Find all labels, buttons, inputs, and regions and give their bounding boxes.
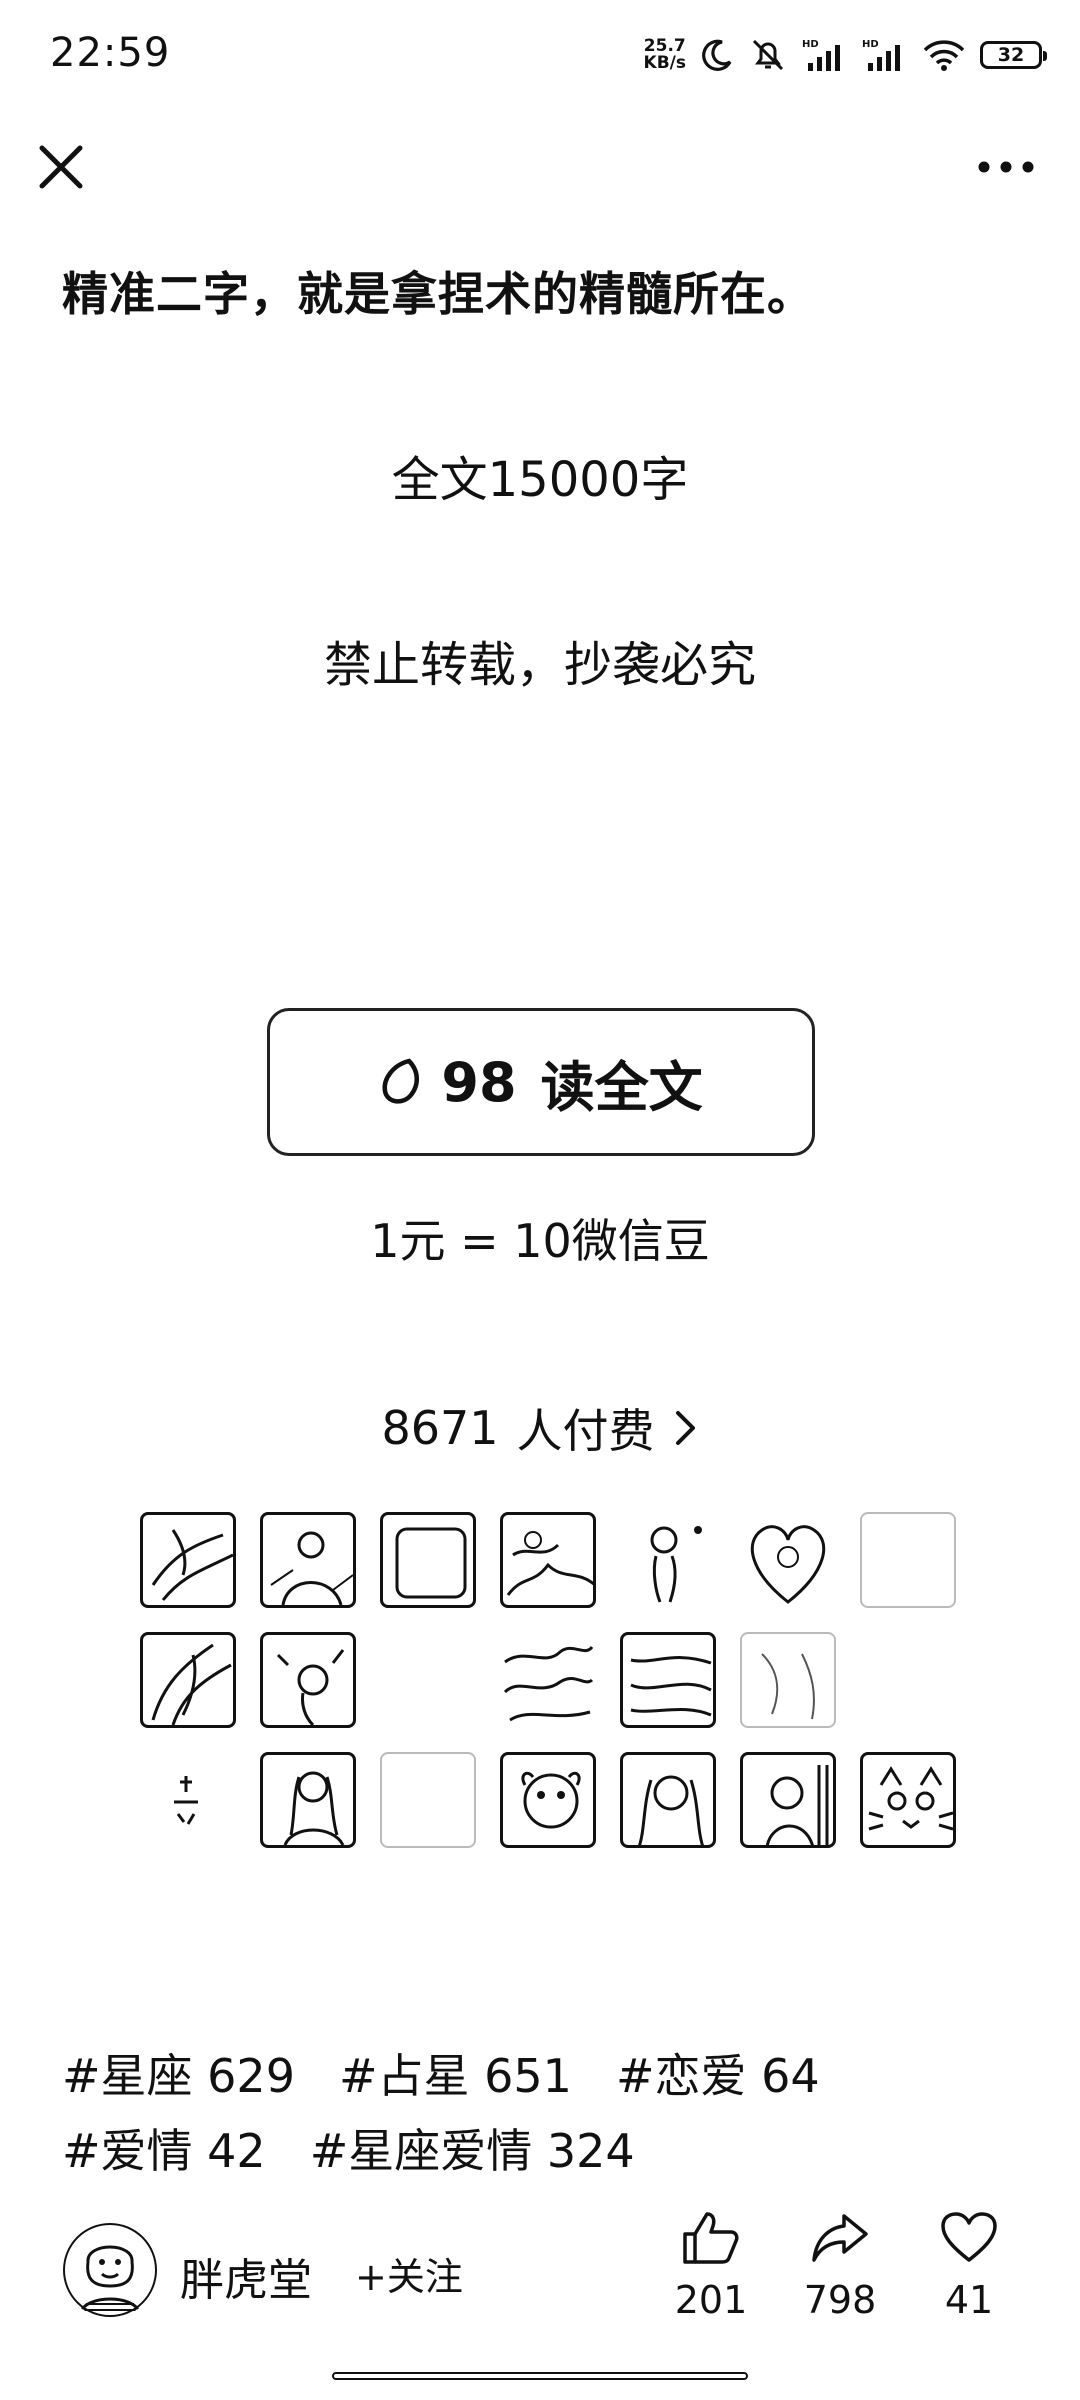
tag-lianai[interactable]: #恋爱 64: [616, 2040, 820, 2106]
favorite-button[interactable]: 41: [914, 2210, 1024, 2322]
payer-avatar[interactable]: [860, 1632, 956, 1728]
tag-zhanxing[interactable]: #占星 651: [339, 2040, 572, 2106]
payer-avatar[interactable]: [740, 1512, 836, 1608]
tag-aiqing[interactable]: #爱情 42: [62, 2115, 266, 2181]
status-time: 22:59: [50, 30, 171, 76]
svg-text:HD: HD: [862, 39, 879, 50]
home-indicator[interactable]: [332, 2372, 748, 2380]
payer-avatar[interactable]: [740, 1752, 836, 1848]
read-label: 读全文: [540, 1055, 703, 1119]
payer-avatar[interactable]: [260, 1752, 356, 1848]
payer-avatar[interactable]: [860, 1512, 956, 1608]
close-icon: [39, 145, 83, 189]
payer-avatar[interactable]: [500, 1512, 596, 1608]
copyright-notice: 禁止转载，抄袭必究: [323, 637, 756, 693]
close-button[interactable]: [36, 142, 86, 192]
payer-avatar[interactable]: [860, 1752, 956, 1848]
svg-text:HD: HD: [802, 39, 819, 50]
payer-avatar[interactable]: [260, 1512, 356, 1608]
battery-icon: 32: [980, 41, 1047, 69]
wifi-icon: [922, 38, 966, 72]
payer-avatar[interactable]: [500, 1632, 596, 1728]
author-name[interactable]: 胖虎堂: [180, 2244, 312, 2308]
payers-count: 8671: [381, 1401, 499, 1455]
payers-label: 人付费: [516, 1404, 655, 1458]
payer-avatar[interactable]: [380, 1512, 476, 1608]
share-button[interactable]: 798: [785, 2210, 895, 2322]
payer-avatar[interactable]: [620, 1752, 716, 1848]
wechat-bean-icon: [382, 1058, 420, 1104]
more-button[interactable]: [974, 145, 1038, 189]
chevron-right-icon: [675, 1411, 695, 1445]
payers-link[interactable]: 8671 人付费: [0, 1395, 1080, 1461]
like-button[interactable]: 201: [656, 2210, 766, 2322]
payer-avatar[interactable]: [620, 1632, 716, 1728]
share-arrow-icon: [812, 2214, 868, 2262]
follow-button[interactable]: +关注: [355, 2246, 463, 2301]
moon-icon: [700, 38, 734, 72]
word-count: 全文15000字: [391, 452, 689, 508]
payer-avatar[interactable]: [740, 1632, 836, 1728]
read-full-text-button[interactable]: 98 读全文: [267, 1008, 815, 1156]
tag-xingzuo[interactable]: #星座 629: [62, 2040, 295, 2106]
article-last-line: 精准二字，就是拿捏术的精髓所在。: [62, 267, 814, 321]
status-bar: 22:59 25.7 KB/s HD HD 32: [0, 0, 1080, 110]
tag-xingzuo-aiqing[interactable]: #星座爱情 324: [310, 2115, 635, 2181]
battery-level: 32: [997, 44, 1025, 66]
like-count: 201: [674, 2278, 748, 2322]
status-icons: 25.7 KB/s HD HD 32: [644, 32, 1047, 78]
thumbs-up-icon: [683, 2212, 739, 2264]
exchange-rate: 1元 = 10微信豆: [370, 1214, 710, 1268]
payer-avatar[interactable]: [620, 1512, 716, 1608]
heart-icon: [941, 2212, 997, 2262]
more-dots-icon: [978, 161, 1034, 173]
network-speed-unit: KB/s: [643, 53, 686, 73]
network-speed: 25.7 KB/s: [644, 38, 686, 72]
tag-row: #爱情 42 #星座爱情 324: [62, 2115, 635, 2181]
payer-avatar[interactable]: [260, 1632, 356, 1728]
favorite-count: 41: [944, 2278, 994, 2322]
payer-avatar[interactable]: [380, 1632, 476, 1728]
payer-avatar-grid: [140, 1512, 960, 1848]
payer-avatar[interactable]: [500, 1752, 596, 1848]
payer-avatar[interactable]: [140, 1512, 236, 1608]
signal-icon-2: HD: [862, 37, 908, 73]
tag-row: #星座 629 #占星 651 #恋爱 64: [62, 2040, 820, 2106]
payer-avatar[interactable]: [380, 1752, 476, 1848]
payer-avatar[interactable]: [140, 1752, 236, 1848]
share-count: 798: [803, 2278, 877, 2322]
payer-avatar[interactable]: [140, 1632, 236, 1728]
mute-icon: [748, 37, 788, 73]
author-avatar[interactable]: [62, 2222, 158, 2318]
signal-icon: HD: [802, 37, 848, 73]
price: 98: [441, 1050, 517, 1114]
